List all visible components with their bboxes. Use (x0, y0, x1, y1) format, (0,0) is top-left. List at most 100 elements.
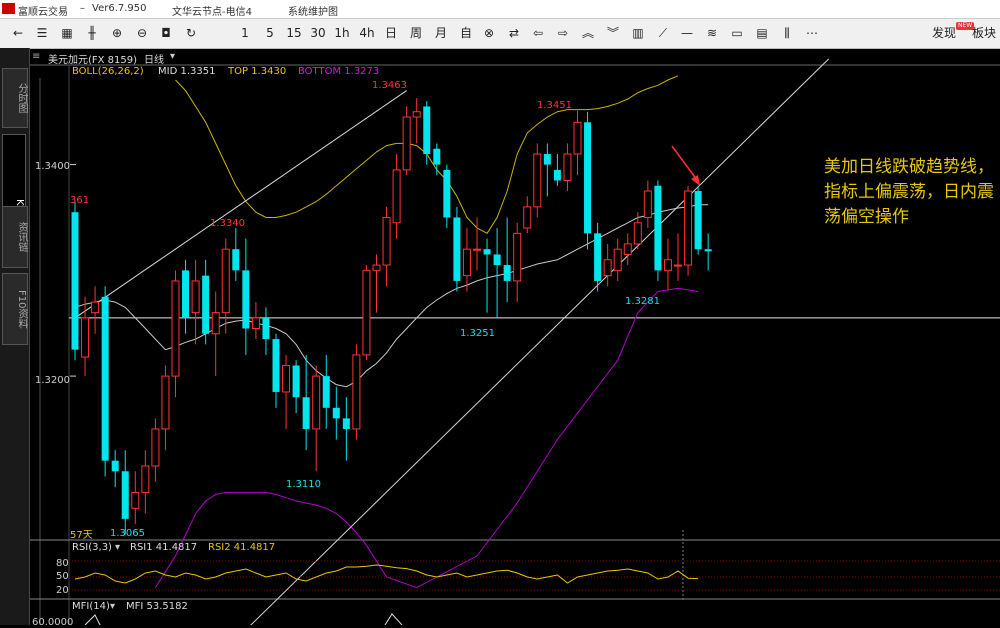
boll-bottom: BOTTOM 1.3273 (298, 66, 380, 77)
candle-body (191, 280, 200, 314)
candle-body (543, 154, 551, 165)
chevron-down-icon[interactable]: ▾ (170, 51, 175, 62)
period-custom[interactable]: 自 (456, 25, 476, 42)
period-15min[interactable]: 15 (284, 25, 304, 42)
chevron-down-icon[interactable]: ▾ (115, 542, 120, 553)
app-logo-icon (2, 3, 15, 14)
candle-body (202, 275, 210, 334)
y-axis-label: 1.3200 (35, 375, 70, 386)
period-week[interactable]: 周 (406, 25, 426, 42)
candle-body (221, 248, 230, 314)
period-4h[interactable]: 4h (357, 25, 377, 42)
red-arrow-head (691, 175, 700, 186)
mfi-axis-value: 60.0000 (32, 617, 74, 628)
period-day[interactable]: 日 (381, 25, 401, 42)
tab-f10[interactable]: F10资料 (2, 273, 28, 345)
refresh-icon[interactable]: ↻ (183, 25, 199, 42)
candle-body (131, 491, 140, 509)
candle-body (302, 397, 310, 429)
server-name: 文华云节点-电信4 (172, 7, 252, 18)
rectangle-icon[interactable]: ▭ (728, 25, 746, 42)
chart-header: ≡ 美元加元(FX 8159) 日线 ▾ (30, 49, 1000, 66)
candle-body (694, 191, 702, 250)
board-button[interactable]: 板块 (972, 25, 1000, 42)
more-icon[interactable]: ⋯ (803, 25, 821, 42)
app-version: Ver6.7.950 (92, 3, 147, 14)
chart-type-icon[interactable]: ╫ (84, 25, 100, 42)
draw-line-icon[interactable]: ⟋ (654, 25, 672, 42)
chevron-down-icon[interactable]: ︾ (604, 25, 622, 42)
y-axis-label: 1.3400 (35, 161, 70, 172)
shuffle-icon[interactable]: ⇄ (505, 25, 523, 42)
candle-body (513, 232, 522, 282)
red-arrow-line (671, 145, 698, 181)
price-low-label: 1.3251 (460, 328, 495, 339)
hline-icon[interactable]: — (678, 25, 696, 42)
rsi1-value: RSI1 41.4817 (130, 542, 198, 553)
period-select[interactable]: 日线 (144, 51, 164, 66)
boll-mid-line (74, 204, 709, 388)
book-icon[interactable]: ▥ (629, 25, 647, 42)
candle-body (654, 185, 662, 271)
candle-body (684, 190, 693, 266)
list-icon[interactable]: ☰ (34, 25, 50, 42)
period-5min[interactable]: 5 (260, 25, 280, 42)
symbol-name[interactable]: 美元加元(FX 8159) (48, 51, 137, 66)
multi-line-icon[interactable]: ≋ (703, 25, 721, 42)
rsi-level: 50 (56, 571, 69, 582)
candle-body (151, 428, 160, 467)
candle-body (282, 365, 291, 393)
candle-body (603, 259, 612, 277)
zoom-out-icon[interactable]: ⊖ (134, 25, 150, 42)
period-month[interactable]: 月 (431, 25, 451, 42)
tab-timeshare[interactable]: 分时图 (2, 68, 28, 128)
arrow-left-icon[interactable]: ⇦ (529, 25, 547, 42)
candle-body (423, 106, 431, 155)
candle-body (633, 222, 642, 245)
candle-body (643, 190, 652, 218)
chart-canvas[interactable] (30, 49, 1000, 625)
grid-icon[interactable]: ▦ (59, 25, 75, 42)
candle-body (101, 296, 109, 461)
candle-body (663, 259, 672, 271)
menu-system[interactable]: 系统维护图 (288, 3, 338, 18)
candle-body (382, 216, 391, 266)
crosshair-icon[interactable]: ⊗ (480, 25, 498, 42)
period-1min[interactable]: 1 (235, 25, 255, 42)
candle-body (493, 254, 501, 266)
period-30min[interactable]: 30 (308, 25, 328, 42)
price-low-label: 1.3281 (625, 296, 660, 307)
table-icon[interactable]: ▤ (753, 25, 771, 42)
candle-body (433, 148, 441, 165)
columns-icon[interactable]: ⫼ (778, 25, 796, 42)
candle-body (533, 153, 542, 208)
separator: – (80, 3, 85, 14)
candle-body (563, 153, 572, 181)
candle-body (704, 249, 712, 252)
discover-button[interactable]: 发现 (930, 25, 958, 42)
candle-body (91, 301, 100, 314)
candle-body (402, 116, 411, 171)
chevron-up-icon[interactable]: ︽ (579, 25, 597, 42)
candle-body (342, 418, 350, 429)
left-edge-value: 361 (70, 195, 90, 206)
candle-body (182, 270, 190, 318)
candle-body (483, 249, 491, 255)
price-high-label: 1.3463 (372, 80, 407, 91)
back-icon[interactable]: ← (10, 25, 26, 42)
price-high-label: 1.3451 (537, 100, 572, 111)
boll-top: TOP 1.3430 (228, 66, 287, 77)
boll-mid: MID 1.3351 (158, 66, 216, 77)
menu-icon[interactable]: ≡ (32, 51, 40, 62)
tab-news[interactable]: 资讯链 (2, 206, 28, 268)
rsi-level: 20 (56, 585, 69, 596)
camera-icon[interactable]: ◘ (158, 25, 174, 42)
zoom-in-icon[interactable]: ⊕ (109, 25, 125, 42)
period-1h[interactable]: 1h (332, 25, 352, 42)
candle-body (372, 264, 381, 271)
candle-body (161, 375, 170, 430)
mfi-value: MFI 53.5182 (126, 601, 188, 612)
arrow-right-icon[interactable]: ⇨ (554, 25, 572, 42)
candle-body (573, 121, 582, 155)
chevron-down-icon[interactable]: ▾ (110, 601, 115, 612)
